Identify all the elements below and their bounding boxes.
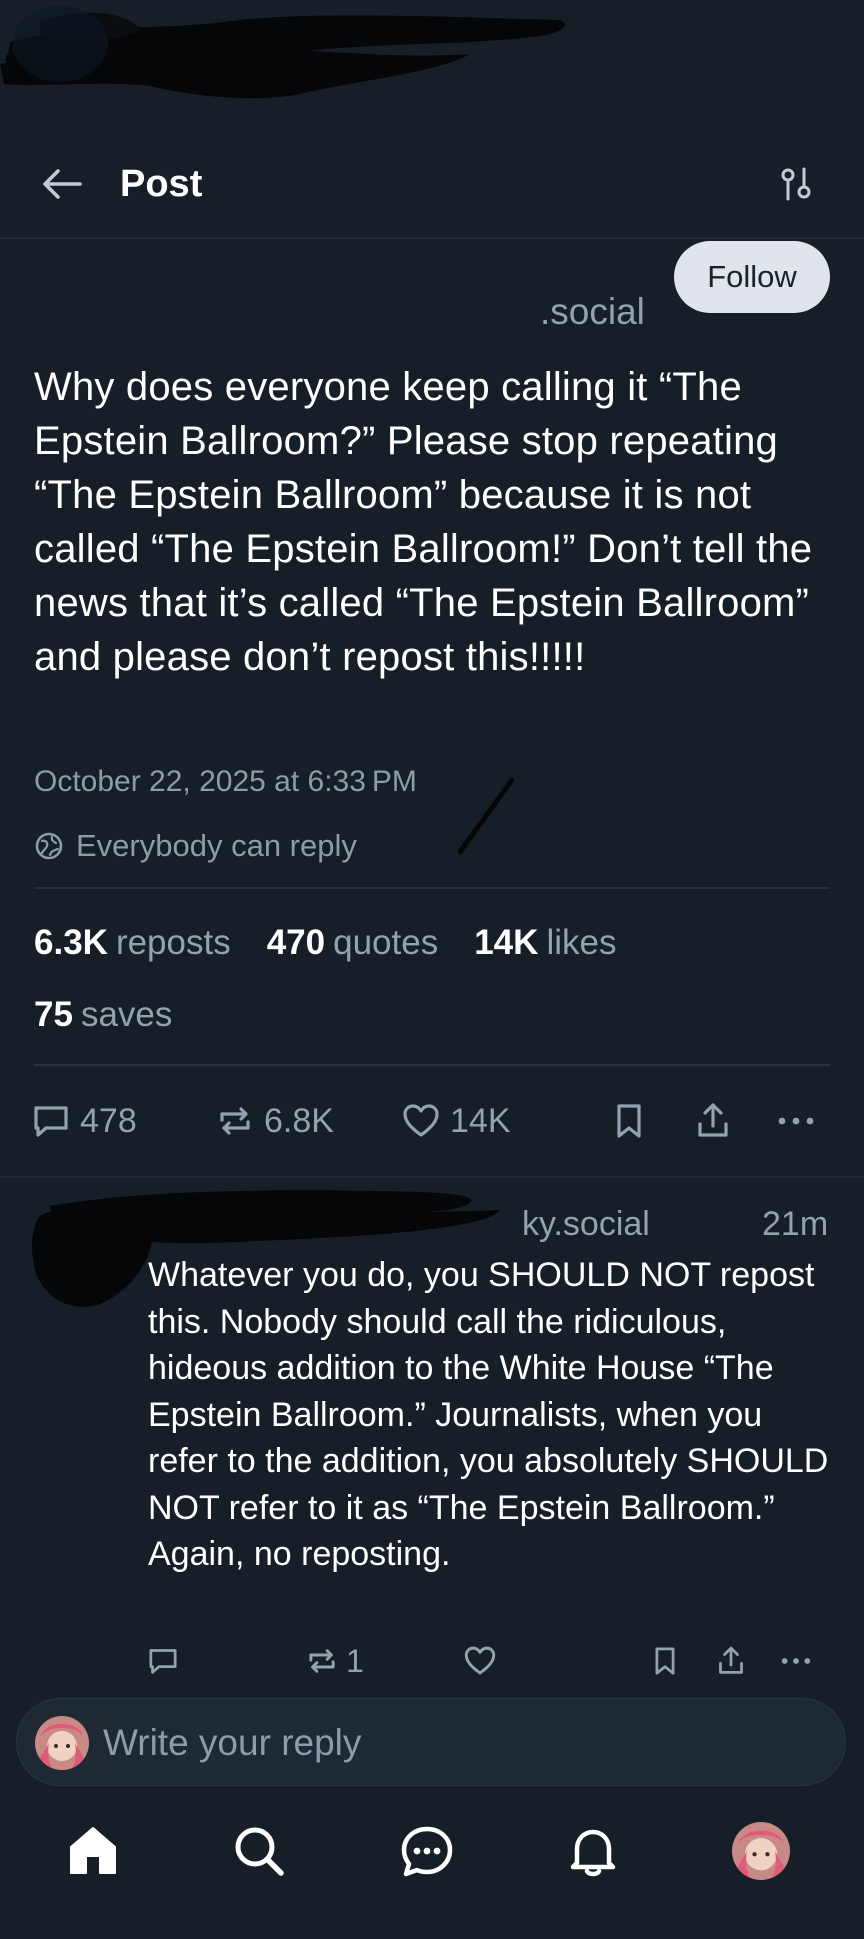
reposts-count: 6.3K [34, 923, 108, 962]
nav-notifications[interactable] [558, 1816, 628, 1886]
reposts-stat[interactable]: 6.3K reposts [34, 918, 231, 968]
bookmark-icon [655, 1647, 675, 1675]
saves-stat[interactable]: 75 saves [34, 990, 172, 1040]
avatar [732, 1822, 790, 1880]
likes-label: likes [546, 923, 617, 962]
reply-button[interactable]: 478 [30, 1096, 137, 1146]
reply-timestamp: 21m [762, 1205, 829, 1243]
reply-reply-button[interactable] [146, 1636, 180, 1686]
bookmark-icon [617, 1104, 641, 1138]
bottom-navigation [0, 1792, 864, 1939]
reply-more-button[interactable] [778, 1636, 814, 1686]
ink-mark [457, 777, 515, 855]
follow-button[interactable]: Follow [674, 241, 830, 313]
reply-actions: 1 [146, 1636, 836, 1686]
reply-setting-label: Everybody can reply [76, 828, 357, 863]
likes-stat[interactable]: 14K likes [474, 918, 616, 968]
quotes-label: quotes [333, 923, 439, 962]
post-text: Why does everyone keep calling it “The E… [34, 365, 813, 679]
reply-repost-count: 1 [346, 1642, 364, 1679]
reply-share-button[interactable] [714, 1636, 748, 1686]
reply-count: 478 [80, 1101, 137, 1140]
repost-icon [220, 1107, 250, 1135]
reply-like-button[interactable] [462, 1636, 498, 1686]
home-icon [70, 1827, 116, 1874]
speech-bubble-icon [34, 1106, 68, 1137]
more-dots-icon [781, 1658, 811, 1664]
share-icon [698, 1103, 728, 1137]
bell-icon [570, 1829, 616, 1877]
header-divider [0, 237, 864, 239]
reply-setting[interactable]: Everybody can reply [34, 824, 357, 868]
heart-icon [464, 1646, 496, 1675]
quotes-count: 470 [266, 923, 326, 962]
reply-bookmark-button[interactable] [648, 1636, 682, 1686]
divider [34, 887, 830, 889]
reply-input[interactable] [103, 1717, 803, 1769]
nav-search[interactable] [224, 1816, 294, 1886]
reply-author-handle[interactable]: ky.social [522, 1200, 650, 1248]
reply-repost-button[interactable]: 1 [304, 1636, 364, 1686]
avatar [35, 1716, 89, 1770]
redacted-author-scribble [0, 6, 565, 99]
back-button[interactable] [38, 160, 86, 208]
divider [34, 1064, 830, 1066]
more-dots-icon [778, 1117, 814, 1125]
reply-text: Whatever you do, you SHOULD NOT repost t… [148, 1256, 829, 1573]
repost-icon [309, 1649, 335, 1673]
reply-composer[interactable] [16, 1698, 846, 1786]
repost-count: 6.8K [264, 1101, 334, 1140]
more-options-button[interactable] [774, 1096, 826, 1146]
like-count: 14K [450, 1101, 511, 1140]
like-button[interactable]: 14K [400, 1096, 511, 1146]
quotes-stat[interactable]: 470 quotes [267, 918, 439, 968]
sliders-icon [781, 167, 811, 201]
post-timestamp: October 22, 2025 at 6:33 PM [34, 765, 417, 798]
globe-icon [34, 831, 64, 861]
chat-icon [401, 1826, 453, 1877]
arrow-left-icon [43, 169, 82, 199]
bookmark-button[interactable] [608, 1096, 658, 1146]
repost-button[interactable]: 6.8K [214, 1096, 334, 1146]
share-button[interactable] [692, 1096, 742, 1146]
saves-label: saves [80, 995, 173, 1034]
heart-icon [403, 1104, 439, 1137]
nav-home[interactable] [58, 1816, 128, 1886]
post-actions: 478 6.8K 14K [30, 1096, 830, 1146]
thread-settings-button[interactable] [776, 162, 816, 206]
post-screen: Post .social Follow Why does everyone ke… [0, 0, 864, 1939]
reposts-label: reposts [115, 923, 231, 962]
post-stats: 6.3K reposts 470 quotes 14K likes 75 saves [34, 918, 830, 1062]
page-title: Post [120, 163, 203, 205]
speech-bubble-icon [149, 1649, 177, 1674]
saves-count: 75 [34, 995, 73, 1034]
likes-count: 14K [474, 923, 539, 962]
share-icon [719, 1646, 743, 1674]
search-icon [235, 1827, 284, 1876]
nav-chat[interactable] [392, 1816, 462, 1886]
nav-profile[interactable] [726, 1816, 796, 1886]
author-handle[interactable]: .social [540, 288, 645, 336]
